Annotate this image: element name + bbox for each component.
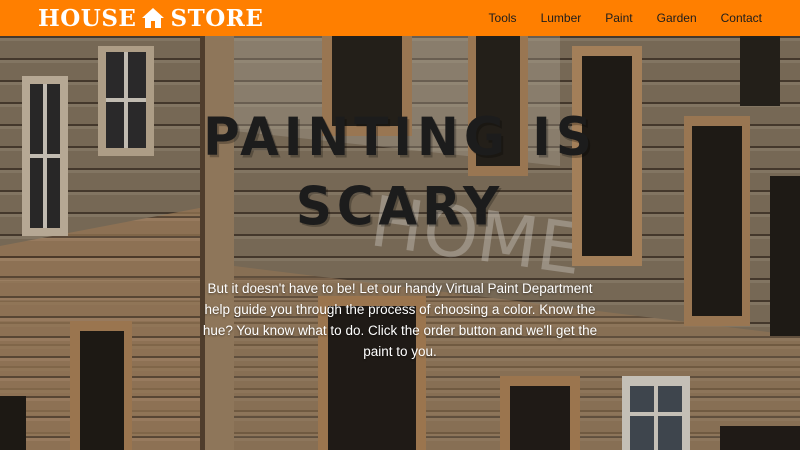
- house-icon: [142, 8, 165, 28]
- store-logo[interactable]: HOUSE STORE: [38, 4, 263, 32]
- logo-word-house: HOUSE: [38, 4, 137, 32]
- nav-link-tools[interactable]: Tools: [489, 11, 517, 25]
- nav-link-lumber[interactable]: Lumber: [541, 11, 582, 25]
- hero-title: PAINTING IS SCARY: [203, 106, 597, 238]
- nav-link-paint[interactable]: Paint: [605, 11, 632, 25]
- nav-link-garden[interactable]: Garden: [657, 11, 697, 25]
- nav-link-contact[interactable]: Contact: [721, 11, 762, 25]
- logo-word-store: STORE: [170, 4, 264, 32]
- hero-overlay: [0, 36, 800, 450]
- main-nav: Tools Lumber Paint Garden Contact: [465, 0, 762, 36]
- hero-section: HOME: [0, 36, 800, 450]
- site-header: HOUSE STORE Tools Lumber Paint Garden Co…: [0, 0, 800, 36]
- hero-description: But it doesn't have to be! Let our handy…: [202, 281, 598, 359]
